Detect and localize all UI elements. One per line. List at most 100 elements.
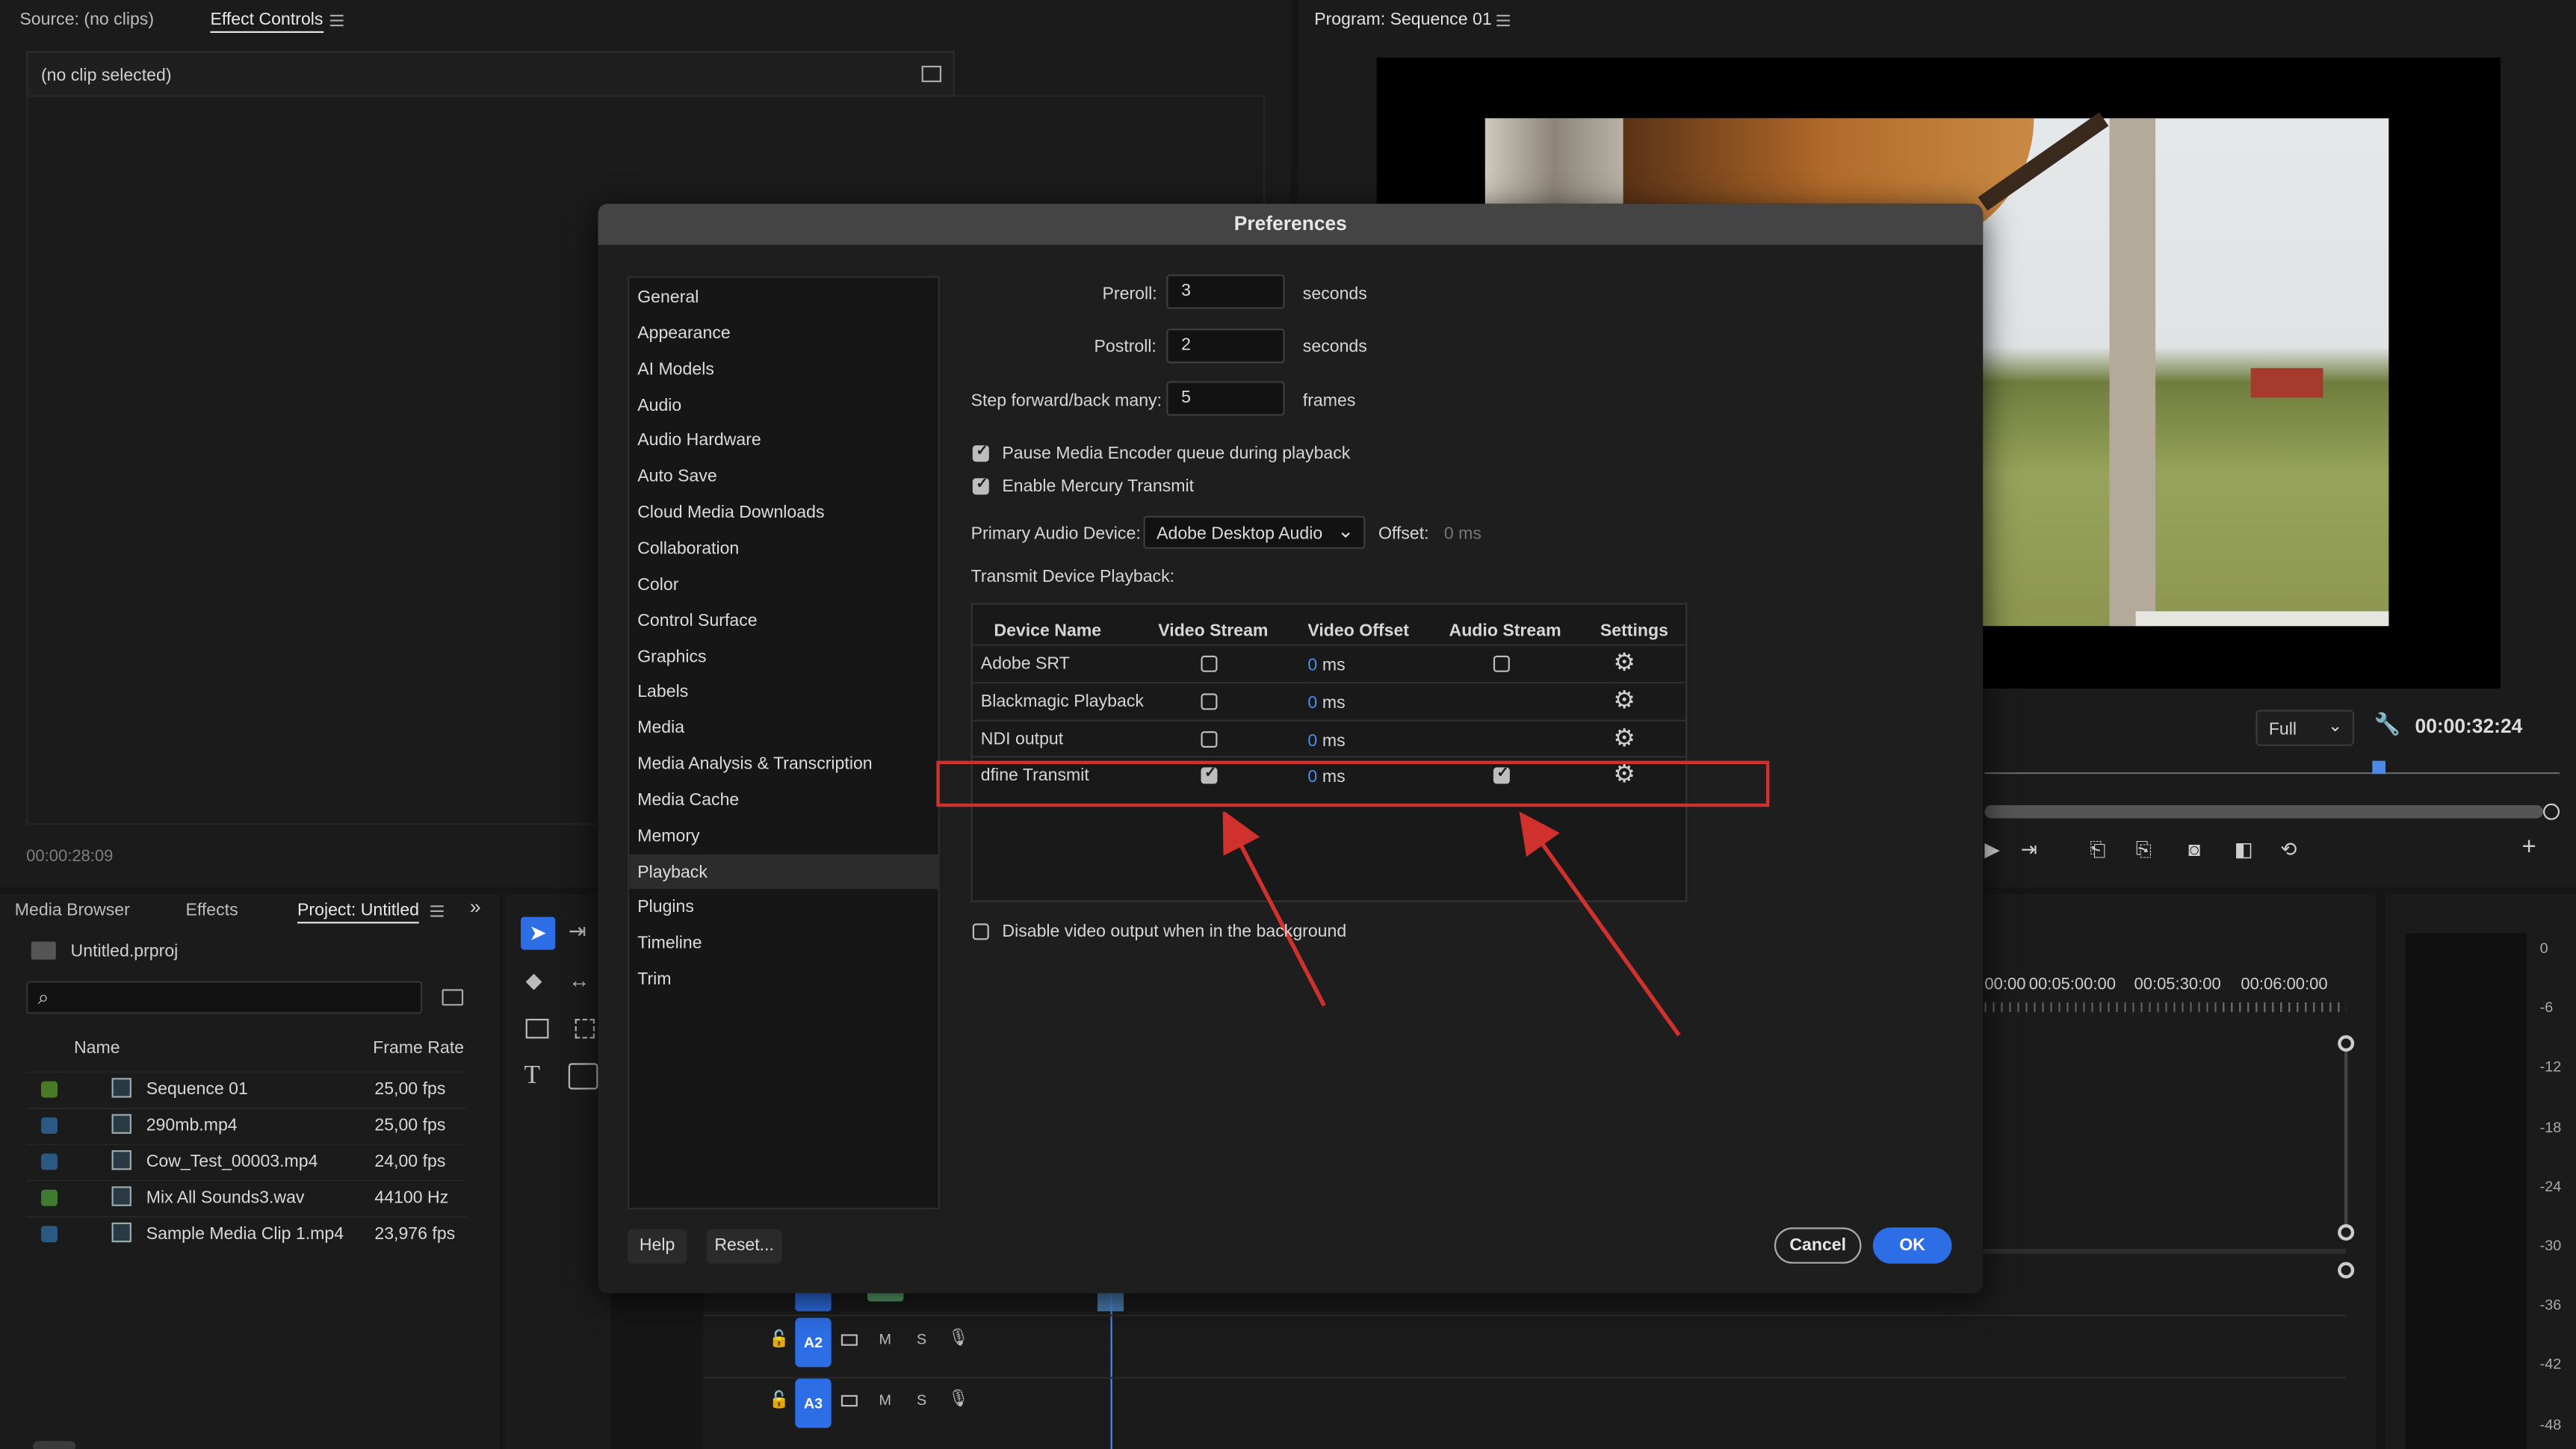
col-name-header[interactable]: Name xyxy=(74,1038,120,1058)
play-icon[interactable]: ▶ xyxy=(1984,838,1999,861)
rectangle-tool-icon[interactable] xyxy=(525,1019,549,1039)
scroll-handle[interactable] xyxy=(2543,803,2560,820)
zoom-select[interactable]: Full ⌄ xyxy=(2255,710,2355,746)
label-color-swatch[interactable] xyxy=(40,1189,58,1206)
category-item[interactable]: AI Models xyxy=(629,351,938,385)
list-item[interactable]: Mix All Sounds3.wav 44100 Hz xyxy=(26,1179,467,1214)
tab-source[interactable]: Source: (no clips) xyxy=(19,10,154,29)
audio-stream-checkbox[interactable] xyxy=(1493,655,1510,672)
vscroll-top-handle[interactable] xyxy=(2338,1035,2355,1052)
list-item[interactable]: Cow_Test_00003.mp4 24,00 fps xyxy=(26,1144,467,1178)
vscroll-top-handle-2[interactable] xyxy=(2338,1262,2355,1279)
category-item[interactable]: Control Surface xyxy=(629,603,938,637)
tab-effect-controls[interactable]: Effect Controls xyxy=(210,10,323,33)
overwrite-icon[interactable]: ⎘ xyxy=(2136,838,2152,863)
step-input[interactable]: 5 xyxy=(1166,381,1285,416)
category-item[interactable]: Auto Save xyxy=(629,459,938,493)
category-item[interactable]: Cloud Media Downloads xyxy=(629,494,938,529)
category-item[interactable]: Audio xyxy=(629,387,938,421)
label-color-swatch[interactable] xyxy=(40,1226,58,1243)
project-menu-icon[interactable] xyxy=(430,905,444,917)
solo-button[interactable]: S xyxy=(917,1331,926,1347)
postroll-input[interactable]: 2 xyxy=(1166,329,1285,364)
generative-tool-icon[interactable] xyxy=(568,1063,598,1090)
category-item[interactable]: Playback xyxy=(629,854,938,889)
ripple-edit-icon[interactable]: ↔ xyxy=(569,968,590,993)
lock-icon[interactable]: 🔓 xyxy=(769,1331,789,1349)
col-rate-header[interactable]: Frame Rate xyxy=(373,1038,464,1058)
label-color-swatch[interactable] xyxy=(40,1153,58,1170)
timeline-playhead[interactable] xyxy=(1110,1288,1112,1449)
panel-toggle-icon[interactable] xyxy=(921,66,942,82)
project-scrollbar[interactable] xyxy=(32,1441,76,1449)
crop-tool-icon[interactable] xyxy=(575,1019,595,1039)
tab-media-browser[interactable]: Media Browser xyxy=(15,901,130,920)
insert-icon[interactable]: ⎗ xyxy=(2090,838,2105,863)
category-item[interactable]: Media Cache xyxy=(629,782,938,816)
reset-button[interactable]: Reset... xyxy=(706,1229,782,1264)
program-menu-icon[interactable] xyxy=(1496,14,1510,27)
category-item[interactable]: Audio Hardware xyxy=(629,423,938,457)
list-item[interactable]: Sample Media Clip 1.mp4 23,976 fps xyxy=(26,1216,467,1250)
list-item[interactable]: 290mb.mp4 25,00 fps xyxy=(26,1107,467,1142)
compare-icon[interactable]: ◧ xyxy=(2235,838,2253,861)
tab-project[interactable]: Project: Untitled xyxy=(297,901,420,924)
preroll-input[interactable]: 3 xyxy=(1166,274,1285,309)
category-item[interactable]: Trim xyxy=(629,961,938,996)
list-item[interactable]: Sequence 01 25,00 fps xyxy=(26,1071,467,1105)
category-item[interactable]: Collaboration xyxy=(629,530,938,565)
razor-tool-icon[interactable]: ◆ xyxy=(526,968,542,994)
video-offset-field[interactable]: 0 ms xyxy=(1307,693,1345,713)
mic-icon[interactable]: 🎙 xyxy=(948,1329,969,1347)
mute-button[interactable]: M xyxy=(879,1391,891,1408)
vscroll-bottom-handle[interactable] xyxy=(2338,1224,2355,1241)
video-offset-field[interactable]: 0 ms xyxy=(1307,656,1345,675)
label-color-swatch[interactable] xyxy=(40,1081,58,1098)
new-bin-icon[interactable] xyxy=(442,989,464,1006)
sync-lock-icon[interactable] xyxy=(840,1334,858,1346)
video-offset-field[interactable]: 0 ms xyxy=(1307,731,1345,751)
category-item[interactable]: Labels xyxy=(629,674,938,709)
disable-video-checkbox[interactable] xyxy=(972,923,989,940)
pause-encoder-checkbox[interactable] xyxy=(972,442,989,462)
help-button[interactable]: Help xyxy=(628,1229,687,1264)
type-tool-icon[interactable]: T xyxy=(524,1061,540,1091)
selection-tool-icon[interactable]: ➤ xyxy=(521,916,556,950)
category-item[interactable]: Appearance xyxy=(629,315,938,350)
gear-icon[interactable]: ⚙ xyxy=(1613,651,1635,675)
ok-button[interactable]: OK xyxy=(1872,1227,1952,1264)
mute-button[interactable]: M xyxy=(879,1331,891,1347)
video-stream-checkbox[interactable] xyxy=(1201,693,1218,710)
gear-icon[interactable]: ⚙ xyxy=(1613,689,1635,713)
enable-mercury-checkbox[interactable] xyxy=(972,475,989,495)
loop-icon[interactable]: ⟲ xyxy=(2280,838,2297,861)
category-item[interactable]: Media xyxy=(629,710,938,745)
category-item[interactable]: Color xyxy=(629,567,938,601)
category-item[interactable]: Graphics xyxy=(629,639,938,673)
track-target-a3[interactable]: A3 xyxy=(795,1378,832,1428)
category-item[interactable]: Plugins xyxy=(629,890,938,924)
category-item[interactable]: Timeline xyxy=(629,925,938,960)
step-forward-icon[interactable]: ⇥ xyxy=(2021,838,2037,861)
overflow-chevron-icon[interactable]: » xyxy=(470,896,481,919)
track-select-icon[interactable]: ⇥ xyxy=(569,919,586,945)
lock-icon[interactable]: 🔓 xyxy=(769,1391,789,1409)
video-stream-checkbox[interactable] xyxy=(1201,731,1218,748)
mic-icon[interactable]: 🎙 xyxy=(948,1390,969,1408)
camera-icon[interactable]: ◙ xyxy=(2188,838,2200,861)
tab-effects[interactable]: Effects xyxy=(185,901,238,920)
audio-device-select[interactable]: Adobe Desktop Audio ⌄ xyxy=(1143,515,1366,549)
track-target-a2[interactable]: A2 xyxy=(795,1318,832,1368)
program-title[interactable]: Program: Sequence 01 xyxy=(1314,10,1491,29)
category-item[interactable]: Media Analysis & Transcription xyxy=(629,746,938,781)
panel-menu-icon[interactable] xyxy=(329,14,344,27)
solo-button[interactable]: S xyxy=(917,1391,926,1408)
video-stream-checkbox[interactable] xyxy=(1201,655,1218,672)
add-button-icon[interactable]: + xyxy=(2521,833,2536,860)
wrench-icon[interactable]: 🔧 xyxy=(2374,712,2401,738)
category-item[interactable]: General xyxy=(629,279,938,314)
label-color-swatch[interactable] xyxy=(40,1117,58,1134)
category-item[interactable]: Memory xyxy=(629,818,938,852)
vscroll-track[interactable] xyxy=(2344,1052,2348,1226)
gear-icon[interactable]: ⚙ xyxy=(1613,726,1635,751)
